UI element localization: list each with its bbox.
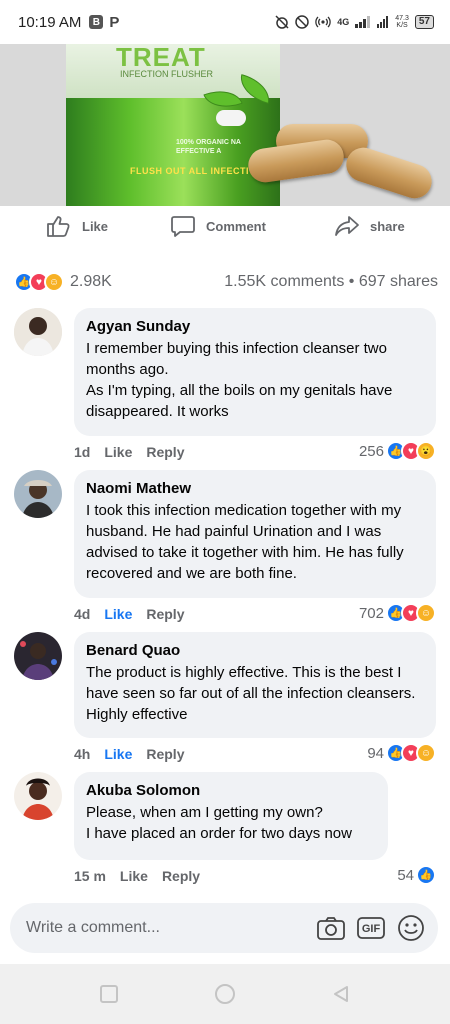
- alarm-off-icon: [275, 15, 289, 29]
- comment-reaction-count[interactable]: 256 👍 ♥ 😮: [359, 441, 436, 461]
- comment-bubble: Benard Quao The product is highly effect…: [74, 632, 436, 738]
- circle-icon[interactable]: [212, 981, 238, 1007]
- product-bottle: TREAT INFECTION FLUSHER 100% ORGANIC NA …: [66, 44, 280, 206]
- comments-shares-count[interactable]: 1.55K comments • 697 shares: [224, 273, 438, 291]
- reaction-icons: 👍 ♥ ☺: [386, 603, 436, 623]
- reaction-count-value: 94: [367, 744, 384, 762]
- comment-like-button[interactable]: Like: [104, 444, 132, 460]
- avatar[interactable]: [14, 772, 62, 820]
- reaction-count-value: 54: [397, 866, 414, 884]
- battery-icon: 57: [414, 15, 434, 29]
- avatar[interactable]: [14, 470, 62, 518]
- comment-text: Please, when am I getting my own? I have…: [86, 804, 352, 842]
- reaction-icons: 👍 ♥ ☺: [386, 743, 436, 763]
- organic-line-2: EFFECTIVE A: [176, 148, 222, 155]
- share-arrow-icon: [335, 216, 359, 236]
- organic-claim: 100% ORGANIC NA EFFECTIVE A: [176, 138, 241, 156]
- flush-tagline: FLUSH OUT ALL INFECTI: [130, 166, 249, 176]
- care-reaction-icon: ☺: [416, 603, 436, 623]
- comment-time: 4h: [74, 746, 91, 762]
- comment-bubble: Naomi Mathew I took this infection medic…: [74, 470, 436, 598]
- speed-unit: K/S: [396, 22, 408, 29]
- comment-bubble: Akuba Solomon Please, when am I getting …: [74, 772, 388, 860]
- gif-label: GIF: [361, 922, 381, 935]
- signal-icon-2: [377, 16, 389, 28]
- comment-reaction-count[interactable]: 94 👍 ♥ ☺: [367, 743, 436, 763]
- comment-meta: 4d Like Reply: [74, 606, 184, 622]
- like-button[interactable]: Like: [46, 214, 108, 238]
- status-indicators: 4G 47.3 K/S 57: [275, 15, 434, 29]
- reaction-icons: 👍 ♥ 😮: [386, 441, 436, 461]
- app-notification-icon: B: [89, 15, 104, 29]
- comment-like-button[interactable]: Like: [104, 606, 132, 622]
- comment-meta: 15 m Like Reply: [74, 868, 200, 884]
- post-action-bar: Like Comment share: [0, 206, 450, 246]
- reaction-summary[interactable]: 👍 ♥ ☺ 2.98K 1.55K comments • 697 shares: [14, 272, 438, 292]
- comment-reply-button[interactable]: Reply: [146, 746, 184, 762]
- comment-reply-button[interactable]: Reply: [146, 444, 184, 460]
- capsule-graphic: [341, 143, 437, 203]
- square-icon[interactable]: [96, 981, 122, 1007]
- reaction-count: 2.98K: [70, 273, 112, 290]
- smiley-icon[interactable]: [396, 913, 426, 943]
- p-notification-icon: P: [109, 13, 120, 31]
- like-reaction-icon: 👍: [416, 865, 436, 885]
- commenter-name[interactable]: Benard Quao: [86, 642, 424, 659]
- thumbs-up-icon: [47, 216, 70, 237]
- speed-value: 47.3: [395, 15, 409, 22]
- like-label: Like: [82, 218, 109, 234]
- comment-composer: GIF: [10, 903, 438, 953]
- comment-text: The product is highly effective. This is…: [86, 664, 416, 723]
- wow-reaction-icon: 😮: [416, 441, 436, 461]
- speech-bubble-icon: [171, 216, 195, 237]
- reaction-count-value: 256: [358, 442, 384, 460]
- care-reaction-icon: ☺: [44, 272, 64, 292]
- post-image[interactable]: TREAT INFECTION FLUSHER 100% ORGANIC NA …: [0, 44, 450, 206]
- comment-time: 1d: [74, 444, 91, 460]
- avatar[interactable]: [14, 632, 62, 680]
- comment-text: I remember buying this infection cleanse…: [86, 340, 393, 420]
- status-bar: 10:19 AM B P 4G 47.3 K/S 57: [0, 0, 450, 44]
- commenter-name[interactable]: Agyan Sunday: [86, 318, 424, 335]
- network-type: 4G: [337, 17, 350, 27]
- reaction-count-value: 702: [358, 604, 384, 622]
- reaction-icons: 👍 ♥ ☺: [14, 272, 64, 292]
- comment-meta: 4h Like Reply: [74, 746, 184, 762]
- system-navigation-bar: [0, 964, 450, 1024]
- reaction-icons: 👍: [416, 865, 436, 885]
- comment-button[interactable]: Comment: [170, 214, 266, 238]
- comment-time: 15 m: [74, 868, 106, 884]
- hotspot-icon: [315, 16, 331, 28]
- comment-reaction-count[interactable]: 54 👍: [397, 865, 436, 885]
- triangle-back-icon[interactable]: [328, 981, 354, 1007]
- signal-icon: [355, 16, 371, 28]
- share-button[interactable]: share: [334, 214, 405, 238]
- status-time: 10:19 AM: [18, 13, 82, 31]
- commenter-name[interactable]: Akuba Solomon: [86, 782, 376, 799]
- comment-text: I took this infection medication togethe…: [86, 502, 404, 582]
- comment-bubble: Agyan Sunday I remember buying this infe…: [74, 308, 436, 436]
- white-pill-graphic: [216, 110, 246, 126]
- comment-time: 4d: [74, 606, 91, 622]
- comment-label: Comment: [206, 218, 266, 234]
- camera-icon[interactable]: [316, 913, 346, 943]
- commenter-name[interactable]: Naomi Mathew: [86, 480, 424, 497]
- organic-line-1: 100% ORGANIC NA: [176, 139, 241, 146]
- comment-meta: 1d Like Reply: [74, 444, 184, 460]
- comment-reply-button[interactable]: Reply: [146, 606, 184, 622]
- avatar[interactable]: [14, 308, 62, 356]
- comment-input[interactable]: [26, 919, 306, 937]
- network-speed: 47.3 K/S: [395, 15, 409, 29]
- comment-like-button[interactable]: Like: [104, 746, 132, 762]
- do-not-disturb-icon: [295, 15, 309, 29]
- comment-reaction-count[interactable]: 702 👍 ♥ ☺: [359, 603, 436, 623]
- share-label: share: [370, 218, 405, 234]
- comment-reply-button[interactable]: Reply: [162, 868, 200, 884]
- comment-like-button[interactable]: Like: [120, 868, 148, 884]
- gif-icon[interactable]: GIF: [356, 913, 386, 943]
- care-reaction-icon: ☺: [416, 743, 436, 763]
- brand-subtitle: INFECTION FLUSHER: [120, 69, 214, 79]
